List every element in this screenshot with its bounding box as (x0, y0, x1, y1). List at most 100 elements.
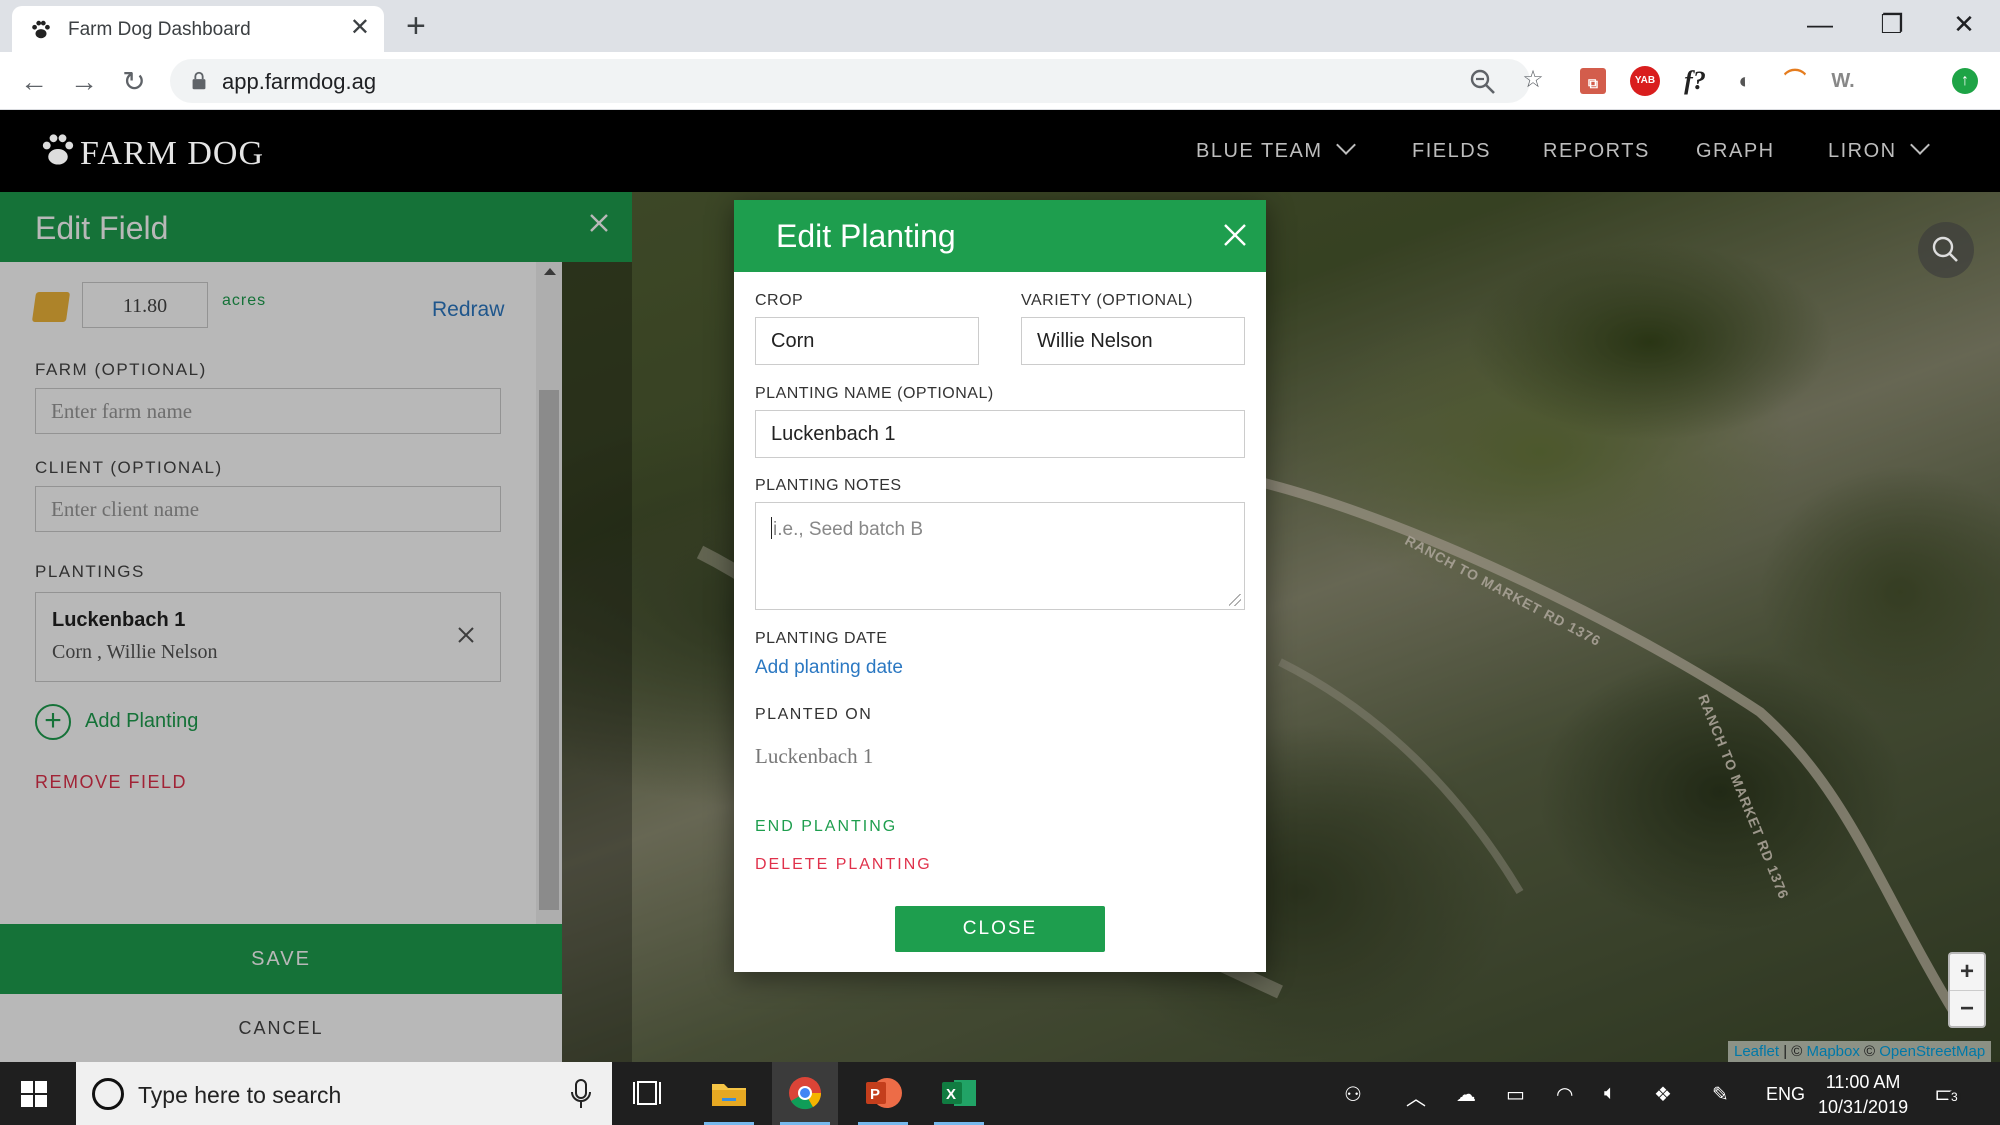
font-extension-icon[interactable]: f? (1680, 66, 1710, 96)
notification-count: 3 (1948, 1090, 1961, 1104)
map-attribution: Leaflet | © Mapbox © OpenStreetMap (1728, 1041, 1992, 1062)
planting-name-input[interactable]: Luckenbach 1 (755, 410, 1245, 458)
team-label: BLUE TEAM (1196, 140, 1323, 162)
restore-button[interactable]: ❐ (1862, 4, 1922, 44)
zoom-control: + − (1948, 952, 1986, 1028)
notes-placeholder: i.e., Seed batch B (773, 519, 923, 540)
svg-text:X: X (946, 1086, 956, 1103)
delete-planting-button[interactable]: DELETE PLANTING (755, 856, 932, 874)
crop-label: CROP (755, 292, 804, 309)
system-clock[interactable]: 11:00 AM 10/31/2019 (1818, 1070, 1908, 1120)
update-icon[interactable]: ↑ (1952, 68, 1978, 94)
planting-date-label: PLANTING DATE (755, 630, 888, 647)
end-planting-button[interactable]: END PLANTING (755, 818, 897, 836)
dropbox-icon[interactable]: ❖ (1654, 1082, 1672, 1107)
rainbow-extension-icon[interactable]: ⌒ (1780, 66, 1810, 96)
text-caret (771, 517, 772, 539)
cortana-icon (92, 1078, 124, 1110)
language-indicator[interactable]: ENG (1766, 1084, 1805, 1105)
resize-grip-icon[interactable] (1229, 594, 1241, 606)
mapbox-link[interactable]: Mapbox (1807, 1043, 1860, 1060)
pen-ink-icon[interactable]: ✎ (1712, 1082, 1729, 1107)
powerpoint-icon[interactable]: P (850, 1062, 916, 1125)
windows-taskbar: Type here to search P X ⚇ ︿ ☁ ▭ ◠ 🔈︎ ❖ ✎… (0, 1062, 2000, 1125)
attribution-separator: © (1859, 1043, 1880, 1060)
battery-icon[interactable]: ▭ (1506, 1082, 1525, 1107)
team-dropdown[interactable]: BLUE TEAM (1196, 135, 1356, 163)
lock-icon (192, 71, 206, 90)
sidebar-dim-overlay (0, 192, 632, 1062)
edit-planting-header: Edit Planting (734, 200, 1266, 272)
browser-tab[interactable]: Farm Dog Dashboard ✕ (12, 6, 384, 52)
planted-on-value: Luckenbach 1 (755, 744, 874, 768)
search-placeholder: Type here to search (138, 1082, 342, 1108)
minimize-button[interactable]: — (1790, 4, 1850, 44)
brand-logo[interactable]: FARM DOG (40, 132, 264, 173)
bookmark-star-icon[interactable]: ☆ (1518, 65, 1548, 95)
new-tab-button[interactable]: + (406, 8, 426, 44)
window-close-button[interactable]: ✕ (1934, 4, 1994, 44)
search-icon (1932, 236, 1958, 262)
windows-start-icon[interactable] (20, 1080, 48, 1108)
variety-label: VARIETY (OPTIONAL) (1021, 292, 1193, 309)
planted-on-label: PLANTED ON (755, 706, 873, 723)
attribution-separator: | © (1779, 1043, 1807, 1060)
planting-name-label: PLANTING NAME (OPTIONAL) (755, 385, 994, 402)
onedrive-cloud-icon[interactable]: ☁ (1456, 1082, 1476, 1107)
address-bar[interactable]: app.farmdog.ag ☆ (170, 59, 1544, 103)
volume-icon[interactable]: 🔈︎ (1604, 1082, 1616, 1105)
tab-close-icon[interactable]: ✕ (350, 16, 370, 40)
browser-tab-bar: Farm Dog Dashboard ✕ + — ❐ ✕ (0, 0, 2000, 52)
nav-graph[interactable]: GRAPH (1696, 140, 1775, 163)
people-icon[interactable]: ⚇ (1344, 1082, 1362, 1107)
user-label: LIRON (1828, 140, 1897, 162)
circle-extension-icon[interactable]: ◐ (1730, 66, 1760, 96)
w-extension-icon[interactable]: W. (1828, 66, 1858, 96)
chevron-down-icon (1909, 135, 1930, 155)
show-hidden-icons-chevron-icon[interactable]: ︿ (1406, 1082, 1426, 1111)
add-planting-date-link[interactable]: Add planting date (755, 657, 903, 679)
task-view-icon[interactable] (616, 1062, 682, 1125)
chrome-icon[interactable] (772, 1062, 838, 1125)
zoom-out-button[interactable]: − (1950, 990, 1984, 1026)
close-icon[interactable] (1222, 222, 1248, 248)
taskbar-search[interactable]: Type here to search (76, 1062, 612, 1125)
map-search-button[interactable] (1918, 222, 1974, 278)
browser-toolbar: ← → ↻ app.farmdog.ag ☆ ⧉ YAB f? ◐ ⌒ W. ↑ (0, 52, 2000, 110)
microphone-icon[interactable] (568, 1078, 594, 1110)
reload-icon[interactable]: ↻ (114, 62, 154, 102)
edit-planting-modal: Edit Planting CROP Corn VARIETY (OPTIONA… (734, 200, 1266, 972)
url-text: app.farmdog.ag (222, 69, 377, 94)
yab-extension-icon[interactable]: YAB (1630, 66, 1660, 96)
edit-field-panel: Edit Field 11.80 acres Redraw FARM (OPTI… (0, 192, 632, 1062)
crop-input[interactable]: Corn (755, 317, 979, 365)
forward-arrow-icon[interactable]: → (64, 62, 104, 102)
nav-reports[interactable]: REPORTS (1543, 140, 1650, 163)
app-header: FARM DOG BLUE TEAM FIELDS REPORTS GRAPH … (0, 110, 2000, 192)
paw-logo-icon (42, 134, 74, 165)
edit-planting-title: Edit Planting (776, 218, 956, 254)
wifi-icon[interactable]: ◠ (1556, 1082, 1573, 1107)
variety-input[interactable]: Willie Nelson (1021, 317, 1245, 365)
svg-text:P: P (870, 1086, 880, 1103)
paw-icon (32, 20, 50, 39)
pdf-extension-icon[interactable]: ⧉ (1580, 68, 1606, 94)
close-button[interactable]: CLOSE (895, 906, 1105, 952)
planting-notes-label: PLANTING NOTES (755, 477, 902, 494)
back-arrow-icon[interactable]: ← (14, 62, 54, 102)
chevron-down-icon (1335, 135, 1356, 155)
clock-time: 11:00 AM (1825, 1072, 1901, 1092)
file-explorer-icon[interactable] (696, 1062, 762, 1125)
brand-name: FARM DOG (80, 135, 265, 172)
clock-date: 10/31/2019 (1818, 1097, 1909, 1117)
nav-fields[interactable]: FIELDS (1412, 140, 1491, 163)
excel-icon[interactable]: X (926, 1062, 992, 1125)
notification-center-icon[interactable]: ▭ 3 (1934, 1078, 1961, 1109)
osm-link[interactable]: OpenStreetMap (1879, 1043, 1985, 1060)
zoom-in-button[interactable]: + (1950, 954, 1984, 990)
zoom-out-magnifier-icon[interactable] (1468, 67, 1498, 97)
planting-notes-textarea[interactable]: i.e., Seed batch B (755, 502, 1245, 610)
user-dropdown[interactable]: LIRON (1828, 135, 1930, 163)
tab-title: Farm Dog Dashboard (68, 19, 251, 40)
leaflet-link[interactable]: Leaflet (1734, 1043, 1779, 1060)
